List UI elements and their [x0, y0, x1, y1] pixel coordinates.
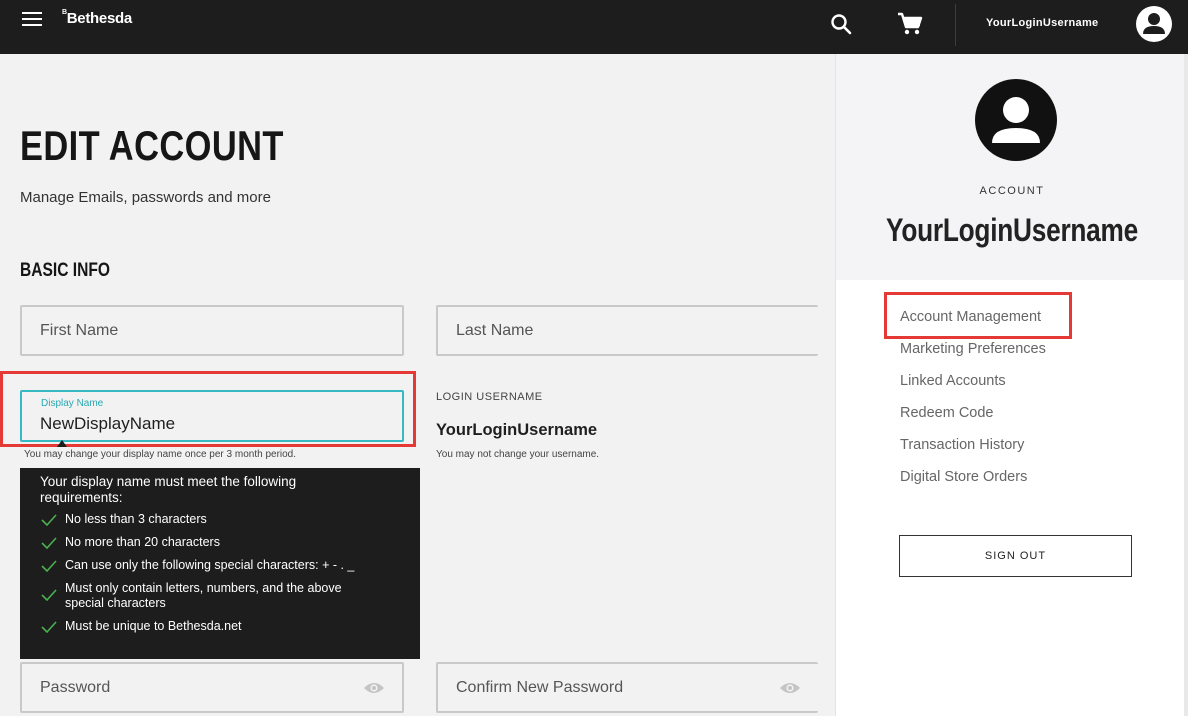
nav-redeem-code[interactable]: Redeem Code — [900, 404, 1046, 436]
check-icon — [41, 537, 57, 549]
show-password-eye-icon[interactable] — [363, 681, 385, 695]
sign-out-button[interactable]: SIGN OUT — [899, 535, 1132, 577]
requirements-list: No less than 3 characters No more than 2… — [40, 512, 400, 634]
header-username[interactable]: YourLoginUsername — [986, 17, 1098, 29]
tooltip-arrow — [57, 440, 67, 447]
login-username-value: YourLoginUsername — [436, 421, 598, 439]
page-title: EDIT ACCOUNT — [20, 122, 284, 169]
display-name-help: You may change your display name once pe… — [24, 449, 297, 460]
display-name-field[interactable]: Display Name NewDisplayName — [20, 390, 404, 442]
requirement-item: No less than 3 characters — [40, 512, 400, 527]
check-icon — [41, 514, 57, 526]
search-icon[interactable] — [829, 12, 853, 36]
tooltip-title: Your display name must meet the followin… — [40, 474, 297, 505]
requirement-item: Can use only the following special chara… — [40, 558, 400, 573]
confirm-password-input[interactable] — [438, 664, 818, 711]
check-icon — [41, 589, 57, 601]
check-icon — [41, 621, 57, 633]
user-icon[interactable] — [1136, 6, 1172, 42]
page-subtitle: Manage Emails, passwords and more — [20, 189, 271, 206]
last-name-field[interactable] — [436, 305, 818, 356]
nav-linked-accounts[interactable]: Linked Accounts — [900, 372, 1046, 404]
first-name-input[interactable] — [22, 307, 402, 354]
first-name-field[interactable] — [20, 305, 404, 356]
requirement-item: Must only contain letters, numbers, and … — [40, 581, 370, 611]
display-name-label: Display Name — [41, 398, 104, 409]
login-username-help: You may not change your username. — [436, 449, 600, 460]
requirement-item: No more than 20 characters — [40, 535, 400, 550]
login-username-label: LOGIN USERNAME — [436, 391, 543, 403]
side-username: YourLoginUsername — [886, 212, 1138, 248]
show-confirm-password-eye-icon[interactable] — [779, 681, 801, 695]
header-divider — [955, 4, 956, 46]
menu-icon[interactable] — [22, 11, 42, 27]
display-name-requirements-tooltip: Your display name must meet the followin… — [20, 468, 420, 659]
display-name-input[interactable]: NewDisplayName — [40, 414, 175, 434]
account-label: ACCOUNT — [979, 185, 1045, 197]
password-input[interactable] — [22, 664, 402, 711]
top-nav-bar: BBethesda YourLoginUsername — [0, 0, 1188, 54]
section-title-basic-info: BASIC INFO — [20, 260, 111, 281]
nav-marketing-preferences[interactable]: Marketing Preferences — [900, 340, 1046, 372]
nav-account-management[interactable]: Account Management — [900, 308, 1046, 340]
nav-transaction-history[interactable]: Transaction History — [900, 436, 1046, 468]
last-name-input[interactable] — [438, 307, 818, 354]
nav-digital-store-orders[interactable]: Digital Store Orders — [900, 468, 1046, 500]
account-side-panel: ACCOUNT YourLoginUsername Account Manage… — [835, 54, 1188, 716]
bethesda-logo[interactable]: BBethesda — [62, 9, 132, 27]
scrollbar[interactable] — [1184, 54, 1188, 716]
cart-icon[interactable] — [897, 12, 923, 36]
avatar-icon — [975, 79, 1057, 161]
confirm-password-field[interactable] — [436, 662, 818, 713]
requirement-item: Must be unique to Bethesda.net — [40, 619, 400, 634]
side-panel-header: ACCOUNT YourLoginUsername — [836, 54, 1188, 280]
account-nav: Account Management Marketing Preferences… — [900, 308, 1046, 500]
check-icon — [41, 560, 57, 572]
password-field[interactable] — [20, 662, 404, 713]
